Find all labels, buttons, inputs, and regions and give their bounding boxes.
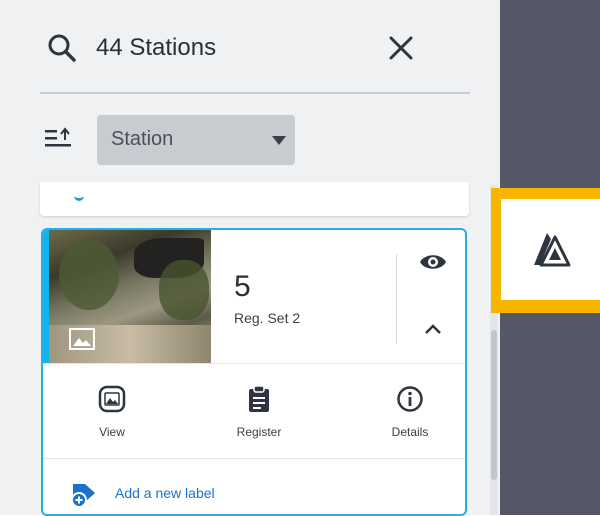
scrollbar-thumb[interactable]: [491, 330, 497, 480]
search-results-text[interactable]: 44 Stations: [96, 34, 216, 62]
image-frame-icon: [98, 385, 126, 413]
eye-icon[interactable]: [419, 252, 447, 272]
card-separator: [43, 363, 465, 364]
sort-select[interactable]: Station: [97, 115, 295, 165]
register-label: Register: [236, 425, 282, 439]
view-label: View: [99, 425, 125, 439]
search-icon[interactable]: [46, 32, 78, 64]
view-button[interactable]: View: [67, 385, 157, 439]
label-icon: [74, 192, 84, 201]
search-bar[interactable]: 44 Stations: [40, 20, 470, 74]
info-icon: [397, 386, 423, 412]
station-card-previous[interactable]: [40, 182, 469, 216]
details-label: Details: [391, 425, 429, 439]
search-divider: [40, 92, 470, 94]
register-button[interactable]: Register: [214, 385, 304, 439]
clipboard-icon: [249, 385, 269, 412]
sort-select-value: Station: [111, 128, 174, 150]
registration-tool-button[interactable]: [501, 199, 600, 300]
sort-icon[interactable]: [45, 126, 75, 154]
card-vertical-divider: [396, 254, 397, 344]
reg-set-label: Reg. Set 2: [234, 310, 301, 326]
caret-down-icon: [272, 136, 286, 145]
registration-tool-icon: [534, 233, 571, 267]
station-number: 5: [234, 270, 251, 303]
add-label-text: Add a new label: [115, 485, 215, 501]
chevron-up-icon[interactable]: [423, 322, 443, 336]
add-label-icon: [71, 484, 95, 508]
station-list-panel: 44 Stations Station 5 Reg. Set 2 View Re…: [0, 0, 500, 516]
close-icon[interactable]: [385, 32, 417, 64]
station-card-selected[interactable]: 5 Reg. Set 2 View Register Details Add a…: [41, 228, 467, 516]
label-separator: [43, 458, 465, 459]
station-thumbnail[interactable]: [49, 230, 211, 363]
image-icon: [69, 328, 95, 350]
details-button[interactable]: Details: [365, 385, 455, 439]
